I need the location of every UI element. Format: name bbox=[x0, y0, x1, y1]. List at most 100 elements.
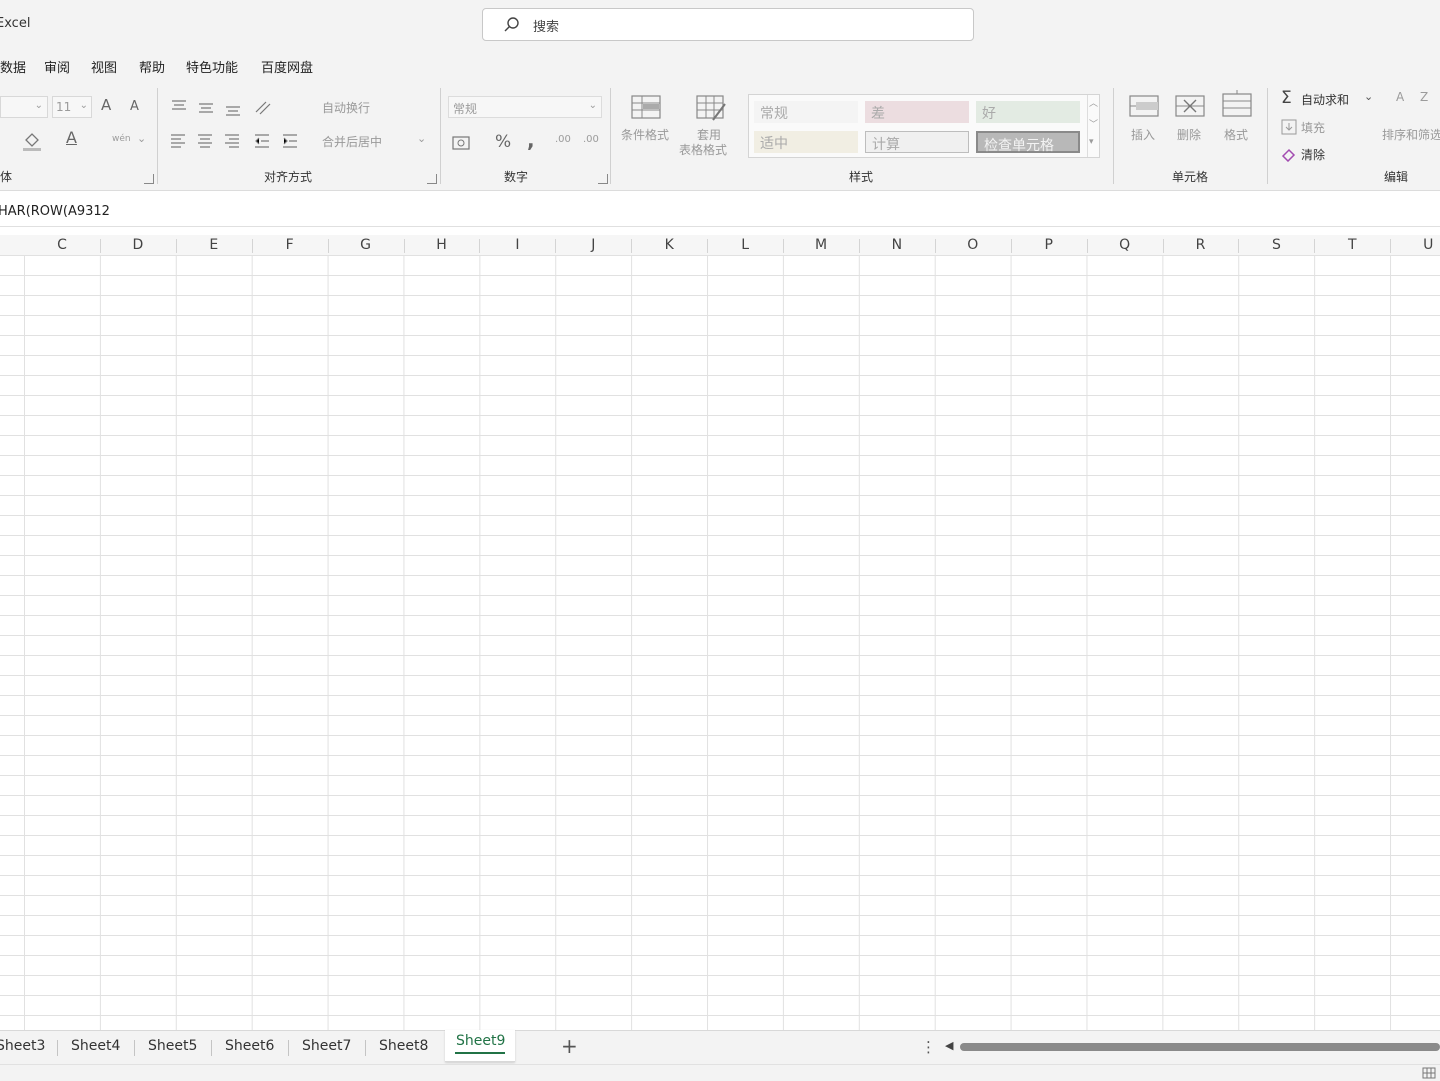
normal-view-icon[interactable] bbox=[1422, 1067, 1436, 1079]
formula-bar[interactable]: HAR(ROW(A9312 bbox=[0, 198, 1440, 227]
title-bar: Excel 搜索 bbox=[0, 0, 1440, 50]
status-bar bbox=[0, 1064, 1440, 1081]
merge-center-button[interactable]: 合并后居中 bbox=[322, 133, 382, 150]
horizontal-align-icons[interactable] bbox=[170, 132, 300, 152]
group-label-styles: 样式 bbox=[849, 170, 874, 184]
delete-button[interactable]: 删除 bbox=[1177, 126, 1201, 143]
column-header[interactable]: S bbox=[1238, 237, 1314, 253]
tab-data[interactable]: 数据 bbox=[0, 57, 26, 76]
app-title: Excel bbox=[0, 16, 31, 31]
increase-decimal-button[interactable]: .00 bbox=[555, 134, 571, 145]
sheet-tab[interactable]: Sheet7 bbox=[302, 1038, 351, 1054]
conditional-format-button[interactable]: 条件格式 bbox=[621, 126, 669, 143]
column-header[interactable]: R bbox=[1163, 237, 1239, 253]
phonetic-guide-icon[interactable]: wén bbox=[112, 134, 131, 144]
column-header[interactable]: O bbox=[935, 237, 1011, 253]
horizontal-scrollbar[interactable] bbox=[960, 1043, 1440, 1051]
search-box[interactable]: 搜索 bbox=[482, 8, 974, 41]
clear-button[interactable]: 清除 bbox=[1301, 146, 1325, 163]
column-header[interactable]: I bbox=[479, 237, 555, 253]
scroll-left-icon[interactable]: ◀ bbox=[945, 1039, 953, 1052]
style-neutral[interactable]: 适中 bbox=[754, 131, 858, 153]
format-as-table-icon[interactable] bbox=[695, 94, 727, 122]
decrease-decimal-button[interactable]: .00 bbox=[583, 134, 599, 145]
wrap-text-button[interactable]: 自动换行 bbox=[322, 99, 370, 116]
format-as-table-label-2[interactable]: 表格格式 bbox=[679, 141, 727, 158]
format-button[interactable]: 格式 bbox=[1224, 126, 1248, 143]
font-name-select[interactable]: ⌄ bbox=[0, 96, 48, 118]
column-header[interactable]: H bbox=[404, 237, 480, 253]
column-header[interactable]: D bbox=[100, 237, 176, 253]
tab-baidu-netdisk[interactable]: 百度网盘 bbox=[261, 57, 313, 76]
font-color-icon[interactable]: A bbox=[66, 128, 77, 147]
font-size-value: 11 bbox=[56, 100, 72, 114]
tab-divider bbox=[365, 1040, 366, 1056]
sheet-tab[interactable]: Sheet8 bbox=[379, 1038, 428, 1054]
autosum-button[interactable]: 自动求和 bbox=[1301, 91, 1349, 108]
style-check-cell[interactable]: 检查单元格 bbox=[976, 131, 1080, 154]
group-divider bbox=[1267, 88, 1268, 184]
column-header[interactable]: M bbox=[783, 237, 859, 253]
chevron-up-icon: ︿ bbox=[1089, 99, 1099, 109]
style-good[interactable]: 好 bbox=[976, 101, 1080, 123]
gallery-more-icon: ▾ bbox=[1089, 137, 1094, 147]
vertical-align-icons[interactable] bbox=[170, 98, 274, 118]
currency-format-icon[interactable] bbox=[452, 134, 472, 152]
column-header[interactable]: N bbox=[859, 237, 935, 253]
sheet-tab[interactable]: Sheet5 bbox=[148, 1038, 197, 1054]
column-header[interactable]: U bbox=[1390, 237, 1440, 253]
column-header[interactable]: Q bbox=[1087, 237, 1163, 253]
column-header[interactable]: T bbox=[1314, 237, 1390, 253]
cell-grid[interactable] bbox=[0, 255, 1440, 1030]
dialog-launcher-icon[interactable] bbox=[427, 174, 437, 184]
add-sheet-button[interactable]: + bbox=[561, 1034, 578, 1058]
column-header[interactable]: P bbox=[1011, 237, 1087, 253]
column-headers: CDEFGHIJKLMNOPQRSTU bbox=[0, 235, 1440, 256]
column-header[interactable]: F bbox=[252, 237, 328, 253]
sheet-tab[interactable]: Sheet6 bbox=[225, 1038, 274, 1054]
group-label-font: 体 bbox=[0, 170, 13, 184]
group-label-number: 数字 bbox=[504, 170, 529, 184]
dialog-launcher-icon[interactable] bbox=[144, 174, 154, 184]
tab-review[interactable]: 审阅 bbox=[44, 57, 70, 76]
chevron-down-icon: ⌄ bbox=[588, 100, 597, 111]
percent-style-button[interactable]: % bbox=[495, 132, 511, 152]
more-options-icon[interactable]: ⋮ bbox=[921, 1038, 936, 1056]
tab-divider bbox=[288, 1040, 289, 1056]
style-normal[interactable]: 常规 bbox=[754, 101, 858, 123]
sheet-tab[interactable]: Sheet3 bbox=[0, 1038, 45, 1054]
number-format-select[interactable]: 常规 ⌄ bbox=[448, 96, 602, 118]
column-header[interactable]: K bbox=[631, 237, 707, 253]
tab-view[interactable]: 视图 bbox=[91, 57, 117, 76]
sort-filter-button[interactable]: 排序和筛选 bbox=[1382, 126, 1440, 143]
fill-button[interactable]: 填充 bbox=[1301, 119, 1325, 136]
font-size-select[interactable]: 11 ⌄ bbox=[52, 96, 92, 118]
conditional-format-icon[interactable] bbox=[630, 94, 662, 122]
shrink-font-icon[interactable]: A bbox=[130, 99, 139, 114]
tab-help[interactable]: 帮助 bbox=[139, 57, 165, 76]
comma-style-button[interactable]: , bbox=[527, 128, 535, 152]
tab-divider bbox=[57, 1040, 58, 1056]
tab-special-features[interactable]: 特色功能 bbox=[186, 57, 238, 76]
column-header[interactable]: G bbox=[328, 237, 404, 253]
column-header[interactable]: J bbox=[555, 237, 631, 253]
group-label-editing: 编辑 bbox=[1384, 170, 1409, 184]
grow-font-icon[interactable]: A bbox=[101, 96, 111, 114]
style-bad[interactable]: 差 bbox=[865, 101, 969, 123]
gallery-scroll[interactable]: ︿ ﹀ ▾ bbox=[1087, 95, 1100, 157]
active-sheet-tab[interactable]: Sheet9 bbox=[445, 1030, 515, 1062]
search-placeholder: 搜索 bbox=[533, 20, 560, 35]
fill-color-icon[interactable] bbox=[22, 130, 42, 152]
column-header[interactable]: C bbox=[24, 237, 100, 253]
format-cells-icon[interactable] bbox=[1221, 90, 1253, 120]
dialog-launcher-icon[interactable] bbox=[598, 174, 608, 184]
sheet-tab[interactable]: Sheet4 bbox=[71, 1038, 120, 1054]
style-calculation[interactable]: 计算 bbox=[865, 131, 969, 153]
insert-button[interactable]: 插入 bbox=[1131, 126, 1155, 143]
chevron-down-icon: ﹀ bbox=[1089, 120, 1099, 130]
insert-cells-icon[interactable] bbox=[1128, 92, 1160, 120]
active-tab-underline bbox=[455, 1052, 505, 1054]
column-header[interactable]: E bbox=[176, 237, 252, 253]
column-header[interactable]: L bbox=[707, 237, 783, 253]
delete-cells-icon[interactable] bbox=[1174, 92, 1206, 120]
